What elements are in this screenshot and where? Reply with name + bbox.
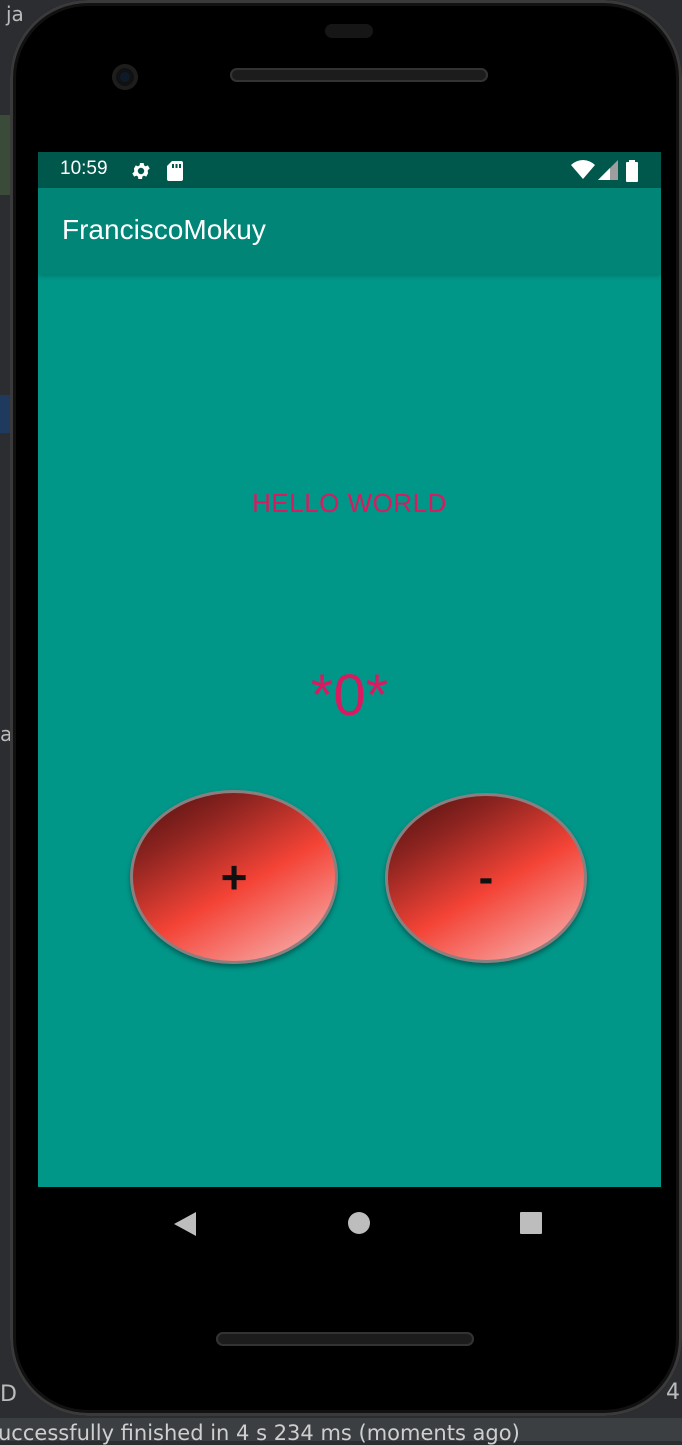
increment-button[interactable]: + (130, 790, 338, 964)
decrement-button[interactable]: - (385, 793, 587, 963)
hello-world-text: HELLO WORLD (252, 488, 447, 518)
wifi-icon (571, 160, 595, 179)
counter-display: *0* (310, 663, 389, 728)
earpiece-speaker (230, 68, 488, 82)
recents-icon[interactable] (520, 1212, 542, 1234)
cell-signal-icon (598, 160, 618, 180)
settings-icon (132, 163, 150, 179)
sd-card-icon (167, 161, 183, 181)
ide-right-fragment: 4 (666, 1380, 680, 1405)
status-time: 10:59 (60, 158, 108, 179)
app-bar: FranciscoMokuy (38, 188, 661, 274)
sensor-notch (325, 24, 373, 38)
battery-icon (626, 160, 638, 182)
front-camera-icon (112, 64, 138, 90)
status-bar: 10:59 (38, 152, 661, 188)
home-icon[interactable] (348, 1212, 370, 1234)
app-title: FranciscoMokuy (62, 214, 266, 245)
ide-tab-fragment: ja (6, 2, 24, 26)
app-screen: 10:59 FranciscoMokuy HELLO WORLD *0* + - (38, 152, 661, 1187)
back-icon[interactable] (174, 1212, 196, 1236)
bottom-speaker (216, 1332, 474, 1346)
phone-frame: 10:59 FranciscoMokuy HELLO WORLD *0* + - (10, 0, 682, 1416)
ide-status-message: uccessfully finished in 4 s 234 ms (mome… (0, 1421, 520, 1445)
ide-left-fragment: D (0, 1382, 17, 1407)
ide-panel-strip-selected (0, 395, 10, 433)
